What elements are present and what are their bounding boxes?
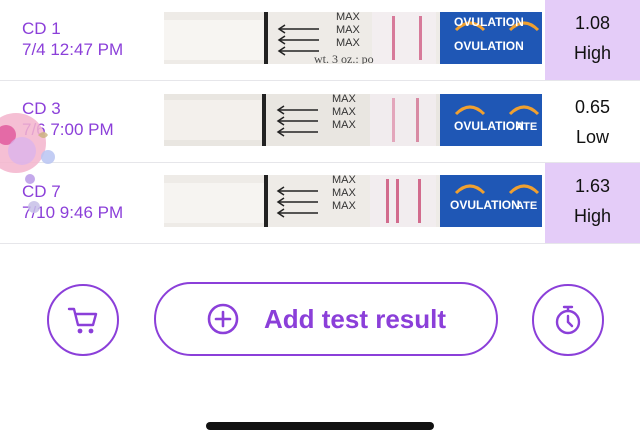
test-row-2[interactable]: CD 3 7/6 7:00 PM MAX MAX MAX OVULATION A…	[0, 84, 640, 164]
result-cell: 1.63 High	[545, 163, 640, 243]
shop-button[interactable]	[47, 284, 119, 356]
max-mark: MAX	[332, 200, 357, 212]
test-strip-photo: MAX MAX MAX OVULATION OVULATION wt. 3 oz…	[164, 12, 542, 64]
brand-mark: OVULATION	[454, 15, 524, 29]
add-test-result-button[interactable]: Add test result	[154, 282, 498, 356]
test-strip-photo: MAX MAX MAX OVULATION ATE	[164, 94, 542, 146]
home-indicator[interactable]	[206, 422, 434, 430]
max-mark: MAX	[332, 94, 357, 105]
cycle-day: CD 1	[22, 19, 61, 38]
brand-mark: OVULATION	[454, 39, 524, 53]
result-level: High	[573, 43, 612, 63]
test-row-3[interactable]: CD 7 7/10 9:46 PM MAX MAX MAX OVULATION …	[0, 163, 640, 243]
result-value: 0.65	[574, 97, 611, 117]
max-mark: MAX	[336, 37, 361, 49]
result-level: High	[573, 206, 612, 226]
result-level: Low	[575, 127, 610, 147]
brand-mark: OVULATION	[454, 119, 524, 133]
test-row-1[interactable]: CD 1 7/4 12:47 PM MAX MAX MAX OVULATION …	[0, 0, 640, 80]
cart-icon	[67, 307, 98, 334]
sticker-decoration	[0, 113, 55, 213]
row-divider	[0, 243, 640, 244]
max-mark: MAX	[336, 24, 361, 36]
max-mark: MAX	[336, 12, 361, 23]
result-cell: 1.08 High	[545, 0, 640, 80]
max-mark: MAX	[332, 119, 357, 131]
add-test-result-label: Add test result	[263, 303, 447, 334]
max-mark: MAX	[332, 106, 357, 118]
timer-button[interactable]	[532, 284, 604, 356]
result-value: 1.08	[574, 13, 611, 33]
brand-mark: ATE	[516, 121, 537, 133]
test-info: CD 1 7/4 12:47 PM	[22, 18, 123, 60]
brand-mark: OVULATION	[450, 198, 520, 212]
plus-circle-icon	[207, 303, 239, 335]
packaging-text: wt. 3 oz.: po	[314, 52, 374, 64]
stopwatch-icon	[555, 305, 581, 335]
row-divider	[0, 80, 640, 81]
test-datetime: 7/4 12:47 PM	[22, 40, 124, 59]
max-mark: MAX	[332, 187, 357, 199]
result-cell: 0.65 Low	[545, 84, 640, 164]
test-strip-photo: MAX MAX MAX OVULATION ATE	[164, 175, 542, 227]
max-mark: MAX	[332, 175, 357, 186]
brand-mark: ATE	[516, 200, 537, 212]
result-value: 1.63	[574, 176, 611, 196]
